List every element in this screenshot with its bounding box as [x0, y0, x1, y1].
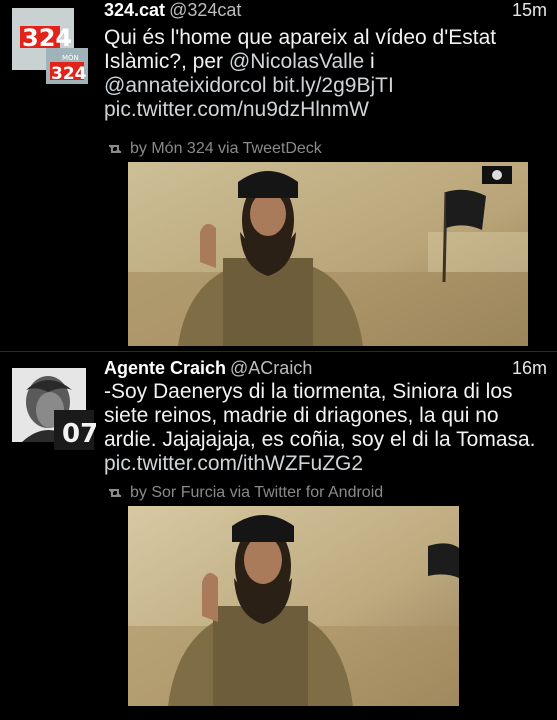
author-name[interactable]: 324.cat [104, 0, 165, 20]
avatar-324cat[interactable]: 324 MÓN 324 [12, 8, 88, 84]
tweet-time: 16m [511, 358, 547, 378]
tweet-text-mid: i [364, 50, 375, 73]
media-link[interactable]: pic.twitter.com/nu9dzHlnmW [104, 98, 369, 121]
author-handle[interactable]: @ACraich [230, 358, 312, 378]
avatar-acraich[interactable]: 07 [12, 368, 98, 450]
svg-text:MÓN: MÓN [62, 53, 79, 62]
tweet-via: by Món 324 via TweetDeck [106, 140, 322, 160]
avatar-324-logo-icon: 324 MÓN 324 [12, 8, 88, 84]
media-link[interactable]: pic.twitter.com/ithWZFuZG2 [104, 452, 363, 475]
video-still-image [128, 506, 459, 706]
svg-text:07: 07 [62, 419, 96, 449]
svg-text:324: 324 [51, 64, 87, 84]
tweet-media-image[interactable] [128, 162, 528, 346]
tweet-text-plain: -Soy Daenerys di la tiormenta, Siniora d… [104, 380, 536, 451]
tweet-324cat[interactable]: 324 MÓN 324 324.cat @324cat 15m Qui és l'… [0, 0, 557, 352]
retweet-icon [109, 144, 121, 153]
tweet-media-image[interactable] [128, 506, 459, 706]
tweet-header: 324.cat @324cat 15m [104, 0, 547, 22]
author-name[interactable]: Agente Craich [104, 358, 226, 378]
flag-icon [428, 543, 459, 578]
tweet-via: by Sor Furcia via Twitter for Android [106, 484, 383, 504]
tweet-acraich[interactable]: 07 Agente Craich @ACraich 16m -Soy Daener… [0, 352, 557, 720]
video-still-image [128, 162, 528, 346]
tweet-header: Agente Craich @ACraich 16m [104, 358, 547, 380]
avatar-portrait-icon: 07 [12, 368, 98, 450]
retweet-icon [109, 488, 121, 497]
svg-text:324: 324 [22, 24, 72, 52]
author-handle[interactable]: @324cat [169, 0, 241, 20]
via-text: by Món 324 via TweetDeck [130, 140, 322, 157]
mention-link[interactable]: @annateixidorcol [104, 74, 267, 97]
tweet-text: -Soy Daenerys di la tiormenta, Siniora d… [104, 380, 549, 476]
url-link[interactable]: bit.ly/2g9BjTI [267, 74, 393, 97]
tweet-time: 15m [511, 0, 547, 20]
flag-icon [446, 189, 486, 230]
mention-link[interactable]: @NicolasValle [229, 50, 364, 73]
via-text: by Sor Furcia via Twitter for Android [130, 484, 384, 501]
tweet-text: Qui és l'home que apareix al vídeo d'Est… [104, 26, 549, 122]
